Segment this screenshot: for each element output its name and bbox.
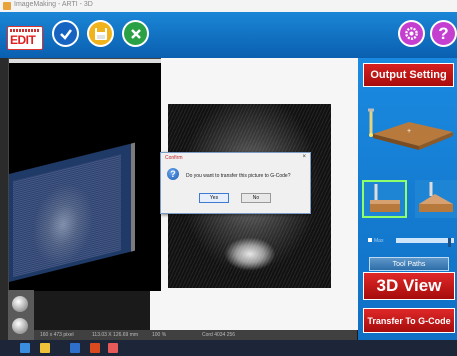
relief-board — [9, 142, 135, 282]
confirm-button[interactable] — [52, 20, 79, 47]
gear-icon — [405, 27, 418, 40]
edit-button[interactable]: EDIT — [7, 26, 43, 50]
help-button[interactable]: ? — [430, 20, 457, 47]
window-title: ImageMaking - ARTI - 3D — [14, 1, 93, 8]
depth-label: Max — [374, 238, 384, 244]
left-strip — [0, 58, 8, 340]
rotate-view-button[interactable] — [12, 296, 28, 312]
main-toolbar: EDIT ? — [0, 12, 457, 58]
status-coordinates: Cord 4034 256 — [202, 332, 236, 338]
file-explorer-icon[interactable] — [40, 343, 50, 353]
relief-tool-icon — [370, 184, 400, 212]
question-icon: ? — [167, 168, 179, 180]
settings-button[interactable] — [398, 20, 425, 47]
edit-button-label: EDIT — [10, 33, 36, 47]
carve-mode-flat-button[interactable] — [415, 180, 457, 218]
flat-tool-icon — [419, 182, 453, 212]
transfer-to-gcode-button[interactable]: Transfer To G-Code — [363, 308, 455, 333]
save-icon — [94, 27, 107, 40]
relief-surface — [13, 154, 121, 278]
checkmark-icon — [59, 28, 72, 40]
svg-text:+: + — [407, 128, 411, 135]
material-tray-icon[interactable]: + — [363, 104, 455, 154]
yes-button[interactable]: Yes — [199, 193, 229, 203]
output-setting-button[interactable]: Output Setting — [363, 63, 454, 87]
cancel-button[interactable] — [122, 20, 149, 47]
save-button[interactable] — [87, 20, 114, 47]
3d-view-button[interactable]: 3D View — [363, 272, 455, 300]
status-zoom: 100 % — [152, 332, 167, 338]
app-icon-2[interactable] — [108, 343, 118, 353]
start-icon[interactable] — [20, 343, 30, 353]
3d-preview-pane[interactable] — [8, 58, 161, 291]
close-icon — [130, 28, 141, 39]
depth-checkbox[interactable] — [368, 238, 372, 242]
dialog-title: Confirm — [165, 155, 183, 161]
os-taskbar — [0, 340, 457, 356]
status-bar: 160 x 473 pixel 113.03 X 126.69 mm 100 %… — [34, 330, 357, 340]
tool-paths-button[interactable]: Tool Paths — [369, 257, 449, 271]
preview-header — [9, 59, 161, 63]
app-icon — [3, 2, 11, 10]
no-button[interactable]: No — [241, 193, 271, 203]
depth-slider[interactable] — [396, 238, 454, 247]
view-tools — [8, 290, 34, 340]
depth-slider-row: Max — [362, 236, 457, 247]
browser-icon[interactable] — [70, 343, 80, 353]
status-dimensions: 113.03 X 126.69 mm — [92, 332, 139, 338]
help-icon: ? — [438, 23, 449, 43]
carve-mode-relief-button[interactable] — [362, 180, 407, 218]
edit-icon — [10, 29, 40, 32]
zoom-view-button[interactable] — [12, 318, 28, 334]
status-size: 160 x 473 pixel — [40, 332, 74, 338]
depth-slider-knob[interactable] — [448, 238, 451, 247]
confirm-dialog: Confirm × ? Do you want to transfer this… — [160, 152, 311, 214]
app-icon-1[interactable] — [90, 343, 100, 353]
dialog-close-button[interactable]: × — [302, 154, 306, 160]
dialog-message: Do you want to transfer this picture to … — [186, 173, 291, 179]
